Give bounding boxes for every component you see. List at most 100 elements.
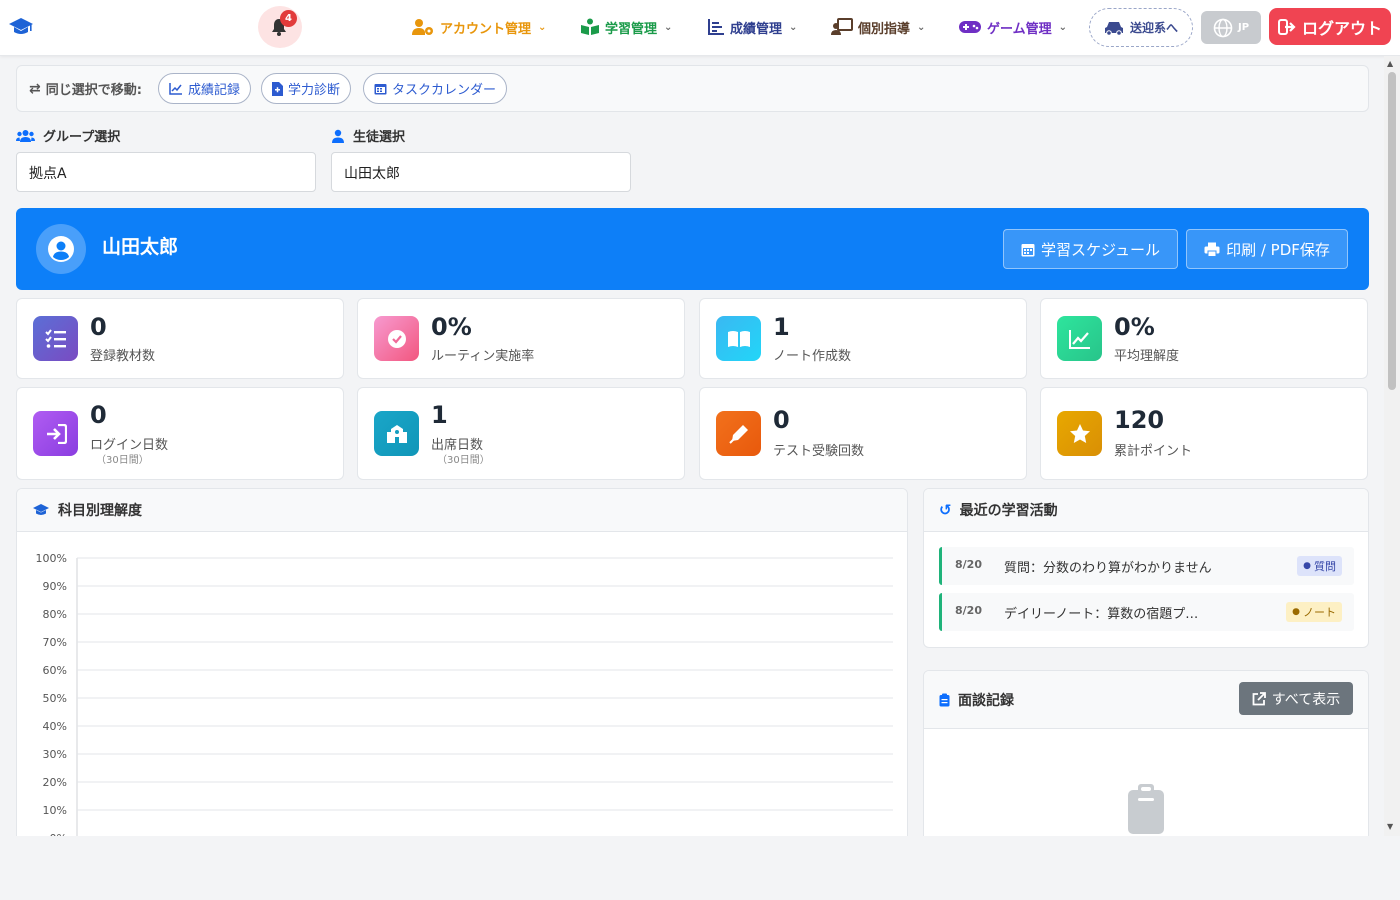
stat-value: 0% bbox=[1114, 313, 1155, 341]
stat-value: 0 bbox=[90, 401, 107, 429]
show-all-interviews-button[interactable]: すべて表示 bbox=[1239, 682, 1353, 715]
quick-move-label: 同じ選択で移動: bbox=[45, 83, 142, 98]
activity-date: 8/20 bbox=[955, 558, 982, 571]
stat-card-attendance-days: 1 出席日数 （30日間） bbox=[357, 387, 685, 480]
stat-value: 1 bbox=[773, 313, 790, 341]
panel-header: 科目別理解度 bbox=[17, 489, 907, 532]
calendar-icon bbox=[1021, 243, 1035, 256]
chart-y-tick-label: 80% bbox=[43, 608, 67, 621]
star-icon bbox=[1057, 411, 1102, 456]
print-icon bbox=[1204, 242, 1220, 257]
tag-icon: ● bbox=[1303, 561, 1311, 571]
scrollbar-thumb[interactable] bbox=[1388, 72, 1396, 390]
graduation-cap-logo-icon[interactable] bbox=[8, 14, 34, 38]
panel-title: 最近の学習活動 bbox=[959, 503, 1058, 519]
study-schedule-button[interactable]: 学習スケジュール bbox=[1003, 229, 1178, 269]
student-select-label-group: 生徒選択 bbox=[331, 126, 405, 145]
stat-card-login-days: 0 ログイン日数 （30日間） bbox=[16, 387, 344, 480]
group-select-label: グループ選択 bbox=[43, 130, 121, 145]
quick-move-label-group: ⇄ 同じ選択で移動: bbox=[29, 79, 142, 99]
quick-link-label: 成績記録 bbox=[188, 83, 241, 98]
user-icon bbox=[332, 129, 344, 143]
activity-item[interactable]: 8/20 デイリーノート：算数の宿題プリントを2枚やりました ● ノート bbox=[939, 593, 1354, 631]
school-icon bbox=[374, 411, 419, 456]
quick-link-label: タスクカレンダー bbox=[392, 83, 497, 98]
graduation-cap-icon bbox=[33, 504, 49, 515]
nav-study-management[interactable]: 学習管理 ⌄ bbox=[580, 16, 672, 38]
subject-understanding-panel: 科目別理解度 100%90%80%70%60%50%40%30%20%10%0% bbox=[16, 488, 908, 848]
quick-link-label: 学力診断 bbox=[288, 83, 341, 98]
chart-y-tick-label: 90% bbox=[43, 580, 67, 593]
quick-link-task-calendar[interactable]: タスクカレンダー bbox=[363, 73, 508, 104]
stat-card-materials: 0 登録教材数 bbox=[16, 298, 344, 379]
group-select[interactable]: 拠点A bbox=[16, 152, 316, 192]
nav-study-management-label: 学習管理 bbox=[605, 21, 658, 37]
chart-y-tick-label: 100% bbox=[36, 552, 67, 565]
logout-button[interactable]: ログアウト bbox=[1269, 8, 1391, 45]
sign-in-icon bbox=[33, 411, 78, 456]
quick-link-diagnosis[interactable]: 学力診断 bbox=[261, 73, 352, 104]
chart-bar-icon bbox=[708, 19, 724, 35]
stat-value: 1 bbox=[431, 401, 448, 429]
stat-card-notes: 1 ノート作成数 bbox=[699, 298, 1027, 379]
nav-individual-tutoring[interactable]: 個別指導 ⌄ bbox=[831, 16, 925, 38]
print-pdf-button[interactable]: 印刷 / PDF保存 bbox=[1186, 229, 1348, 269]
activity-item[interactable]: 8/20 質問：分数のわり算がわかりません ● 質問 bbox=[939, 547, 1354, 585]
language-switch-button[interactable]: JP bbox=[1201, 11, 1261, 44]
user-gear-icon bbox=[412, 19, 433, 35]
activity-tag-label: 質問 bbox=[1314, 560, 1336, 573]
nav-grades-management-label: 成績管理 bbox=[730, 21, 783, 37]
stat-label: テスト受験回数 bbox=[773, 444, 865, 459]
book-reader-icon bbox=[581, 18, 599, 35]
stat-value: 0% bbox=[431, 313, 472, 341]
check-circle-icon bbox=[374, 316, 419, 361]
page-scrollbar[interactable]: ▲ ▼ bbox=[1384, 56, 1400, 836]
scroll-down-arrow-icon[interactable]: ▼ bbox=[1387, 822, 1393, 831]
activity-tag: ● ノート bbox=[1286, 602, 1342, 622]
chevron-down-icon: ⌄ bbox=[538, 21, 547, 33]
page-background bbox=[0, 836, 1400, 900]
pickup-system-button[interactable]: 送迎系へ bbox=[1089, 8, 1193, 47]
empty-clipboard-icon bbox=[1127, 784, 1165, 838]
sign-out-icon bbox=[1277, 18, 1296, 35]
chevron-down-icon: ⌄ bbox=[1058, 21, 1068, 33]
chevron-down-icon: ⌄ bbox=[789, 21, 798, 33]
quick-move-bar: ⇄ 同じ選択で移動: 成績記録 学力診断 タスクカレンダー bbox=[16, 65, 1369, 112]
panel-header: 面談記録 すべて表示 bbox=[924, 671, 1368, 729]
nav-game-management[interactable]: ゲーム管理 ⌄ bbox=[958, 16, 1067, 38]
line-chart-icon bbox=[1057, 316, 1102, 361]
nav-account-management-label: アカウント管理 bbox=[440, 21, 532, 37]
activity-tag-label: ノート bbox=[1303, 606, 1336, 619]
nav-account-management[interactable]: アカウント管理 ⌄ bbox=[411, 16, 546, 38]
logout-label: ログアウト bbox=[1301, 18, 1382, 38]
clipboard-icon bbox=[939, 693, 950, 706]
stat-label: 累計ポイント bbox=[1114, 444, 1193, 459]
avatar bbox=[36, 224, 86, 274]
panel-title: 面談記録 bbox=[958, 692, 1014, 709]
history-icon: ↺ bbox=[939, 501, 952, 519]
notification-bell-button[interactable]: 4 bbox=[258, 6, 302, 48]
nav-grades-management[interactable]: 成績管理 ⌄ bbox=[707, 16, 797, 38]
student-profile-banner: 山田太郎 学習スケジュール 印刷 / PDF保存 bbox=[16, 208, 1369, 290]
scroll-up-arrow-icon[interactable]: ▲ bbox=[1387, 59, 1393, 68]
quick-link-grade-records[interactable]: 成績記録 bbox=[158, 73, 252, 104]
chart-y-tick-label: 10% bbox=[43, 804, 67, 817]
stat-label: 平均理解度 bbox=[1114, 349, 1180, 364]
recent-activity-panel: ↺ 最近の学習活動 8/20 質問：分数のわり算がわかりません ● 質問 8/2… bbox=[923, 488, 1369, 648]
pen-nib-icon bbox=[716, 411, 761, 456]
file-medical-icon bbox=[272, 81, 283, 96]
stat-label: ルーティン実施率 bbox=[431, 349, 535, 364]
notification-count-badge: 4 bbox=[280, 10, 297, 27]
external-link-icon bbox=[1252, 691, 1266, 705]
group-select-label-group: グループ選択 bbox=[16, 126, 120, 145]
activity-text: デイリーノート：算数の宿題プリントを2枚やりました bbox=[1004, 607, 1199, 622]
print-pdf-label: 印刷 / PDF保存 bbox=[1226, 240, 1330, 259]
stat-value: 120 bbox=[1114, 406, 1165, 434]
exchange-arrows-icon: ⇄ bbox=[29, 80, 41, 97]
activity-date: 8/20 bbox=[955, 604, 982, 617]
top-navbar: 4 アカウント管理 ⌄ 学習管理 ⌄ 成績管理 ⌄ 個別指導 ⌄ ゲーム管理 ⌄… bbox=[0, 0, 1400, 56]
student-select[interactable]: 山田太郎 bbox=[331, 152, 631, 192]
line-chart-icon bbox=[169, 82, 182, 95]
stat-card-total-points: 120 累計ポイント bbox=[1040, 387, 1368, 480]
pickup-system-label: 送迎系へ bbox=[1129, 21, 1178, 35]
